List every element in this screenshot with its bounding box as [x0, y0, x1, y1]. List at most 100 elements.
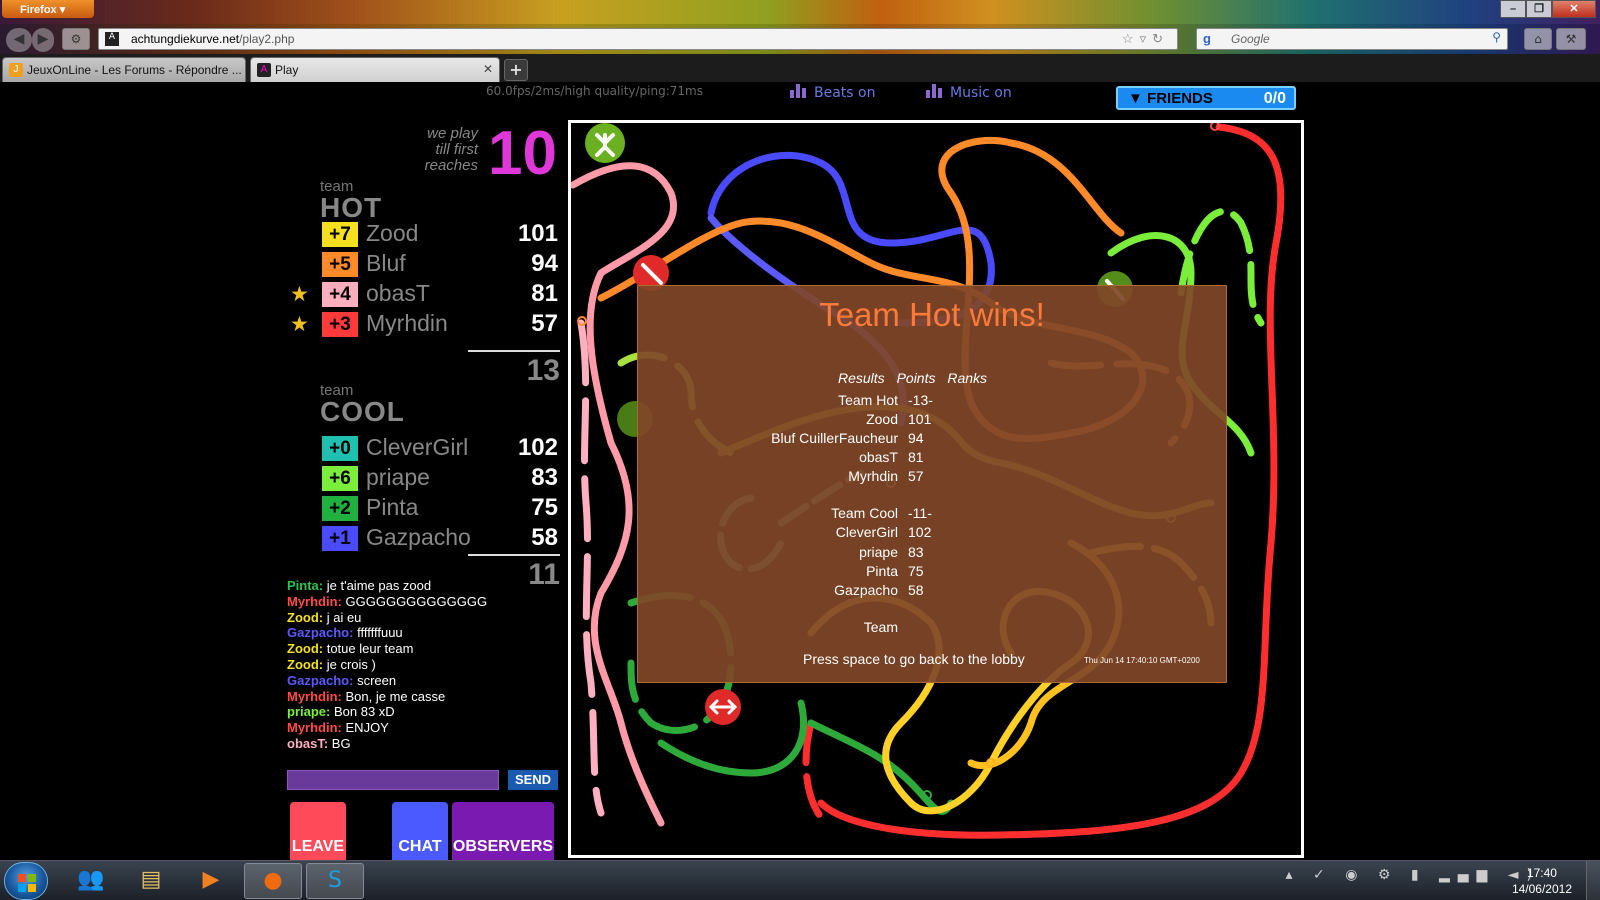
chat-author: Zood:	[287, 656, 324, 672]
chat-button[interactable]: CHAT	[392, 802, 448, 860]
chat-text: BG	[331, 735, 351, 751]
beats-toggle[interactable]: Beats on	[790, 84, 875, 101]
game-page: 60.0fps/2ms/high quality/ping:71ms Beats…	[0, 82, 1600, 860]
site-favicon-icon: A	[105, 32, 119, 46]
firefox-menu-button[interactable]: Firefox ▾	[2, 0, 94, 18]
results-panel: Team Hot wins! Results Points Ranks Team…	[637, 285, 1227, 683]
chat-author: Pinta:	[287, 578, 324, 593]
results-header: Results Points Ranks	[838, 370, 988, 386]
firefox-menu-label: Firefox	[20, 4, 57, 16]
chat-message: obasT: BG	[287, 736, 557, 752]
messenger-icon[interactable]: 👥	[62, 863, 120, 899]
player-name: priape	[366, 464, 430, 490]
screen: Firefox ▾ – ❐ ✕ ◀ ▶ ⚙ A achtungdiekurve.…	[0, 0, 1600, 900]
close-icon[interactable]: ✕	[1552, 0, 1596, 18]
navigation-toolbar: ◀ ▶ ⚙ A achtungdiekurve.net/play2.php ☆▿…	[0, 24, 1600, 54]
results-row: Team Hot -13-	[638, 392, 1226, 410]
media-player-icon[interactable]: ▶	[182, 863, 240, 899]
results-points: -11-	[908, 505, 932, 521]
friends-button[interactable]: ▼ FRIENDS 0/0	[1116, 86, 1296, 110]
chat-message: Zood: totue leur team	[287, 641, 557, 657]
results-row: CleverGirl 102	[638, 524, 1226, 542]
player-row: ★ +4 obasT 81	[290, 280, 558, 310]
clock-date: 14/06/2012	[1511, 882, 1572, 896]
address-bar[interactable]: A achtungdiekurve.net/play2.php ☆▿↻	[98, 28, 1178, 50]
player-delta-badge: +3	[322, 312, 358, 337]
player-delta-badge: +0	[322, 436, 358, 461]
goal-number: 10	[488, 119, 557, 188]
maximize-icon[interactable]: ❐	[1526, 0, 1552, 18]
google-icon: g	[1203, 31, 1211, 46]
chat-text: screen	[357, 672, 397, 688]
results-points: 101	[908, 411, 932, 427]
player-delta-badge: +6	[322, 466, 358, 491]
start-button-icon[interactable]	[4, 862, 48, 900]
observers-button[interactable]: OBSERVERS	[452, 802, 554, 860]
new-tab-button[interactable]: +	[504, 59, 528, 81]
results-row: Zood 101	[638, 411, 1226, 429]
performance-stats: 60.0fps/2ms/high quality/ping:71ms	[486, 84, 703, 98]
tab-close-icon[interactable]: ✕	[483, 62, 493, 76]
player-score: 83	[531, 464, 558, 491]
results-name: priape	[859, 544, 898, 560]
chat-message: Myrhdin: Bon, je me casse	[287, 689, 557, 705]
back-button-icon[interactable]: ◀	[6, 28, 32, 52]
chat-text: GGGGGGGGGGGGGG	[345, 593, 488, 609]
system-tray-icons[interactable]: ▴ ✓ ◉ ⚙ ▮ ▂▄▆ ◄)	[1286, 867, 1540, 883]
friends-count: 0/0	[1263, 90, 1286, 107]
tab-bar: J JeuxOnLine - Les Forums - Répondre ...…	[0, 54, 1600, 82]
chat-message: Zood: j ai eu	[287, 610, 557, 626]
music-toggle[interactable]: Music on	[926, 84, 1012, 101]
results-points: 94	[908, 430, 924, 446]
send-button[interactable]: SEND	[508, 770, 558, 790]
home-icon[interactable]: ⌂	[1524, 28, 1552, 50]
player-delta-badge: +2	[322, 496, 358, 521]
results-name: Gazpacho	[834, 582, 898, 598]
player-score: 75	[531, 494, 558, 521]
score-divider	[468, 350, 560, 352]
search-icon[interactable]: ⚲	[1492, 30, 1501, 44]
goal-text-line: reaches	[424, 157, 478, 174]
firefox-icon[interactable]: ●	[244, 863, 302, 899]
game-board[interactable]: Team Hot wins! Results Points Ranks Team…	[568, 120, 1304, 858]
chat-author: priape:	[287, 704, 331, 720]
minimize-icon[interactable]: –	[1500, 0, 1526, 18]
results-points: 81	[908, 449, 924, 465]
chat-message: Pinta: je t'aime pas zood	[287, 578, 557, 594]
player-name: Pinta	[366, 494, 419, 520]
file-explorer-icon[interactable]: ▤	[122, 863, 180, 899]
forward-button-icon[interactable]: ▶	[32, 28, 54, 52]
bookmark-star-icon[interactable]: ☆▿↻	[1122, 31, 1169, 47]
player-row: +0 CleverGirl 102	[290, 434, 558, 464]
tab-jeuxonline[interactable]: J JeuxOnLine - Les Forums - Répondre ...	[2, 57, 246, 82]
chat-input[interactable]	[287, 770, 499, 790]
taskbar-clock[interactable]: 17:40 14/06/2012	[1512, 865, 1572, 897]
chat-author: Myrhdin:	[287, 593, 342, 609]
tools-icon[interactable]: ⚒	[1556, 28, 1586, 50]
star-icon: ★	[290, 312, 309, 336]
player-row: +7 Zood 101	[290, 220, 558, 250]
os-taskbar: 👥 ▤ ▶ ● S ▴ ✓ ◉ ⚙ ▮ ▂▄▆ ◄) 17:40 14/06/2…	[0, 860, 1600, 900]
search-input[interactable]: g Google ⚲	[1196, 28, 1508, 50]
player-name: CleverGirl	[366, 434, 469, 460]
bookmarks-icon[interactable]: ⚙	[62, 28, 90, 50]
tab-label: Play	[275, 63, 299, 77]
tab-play[interactable]: A Play ✕	[250, 57, 500, 82]
chat-text: Bon 83 xD	[333, 704, 395, 720]
chat-text: je crois )	[326, 656, 376, 672]
results-row: Team	[638, 619, 1226, 637]
player-delta-badge: +1	[322, 526, 358, 551]
player-row: +1 Gazpacho 58	[290, 524, 558, 554]
skype-icon[interactable]: S	[306, 863, 364, 899]
goal-text-line: we play	[427, 125, 478, 142]
friends-label: FRIENDS	[1147, 90, 1213, 107]
player-name: Zood	[366, 220, 419, 246]
player-score: 102	[517, 434, 558, 461]
chat-message: Myrhdin: GGGGGGGGGGGGGG	[287, 594, 557, 610]
triangle-down-icon: ▼	[1128, 90, 1143, 107]
player-name: obasT	[366, 280, 430, 306]
leave-button[interactable]: LEAVE	[290, 802, 346, 860]
results-name: Myrhdin	[848, 468, 898, 484]
chat-author: Gazpacho:	[287, 625, 354, 641]
show-desktop-button[interactable]	[1586, 861, 1600, 900]
